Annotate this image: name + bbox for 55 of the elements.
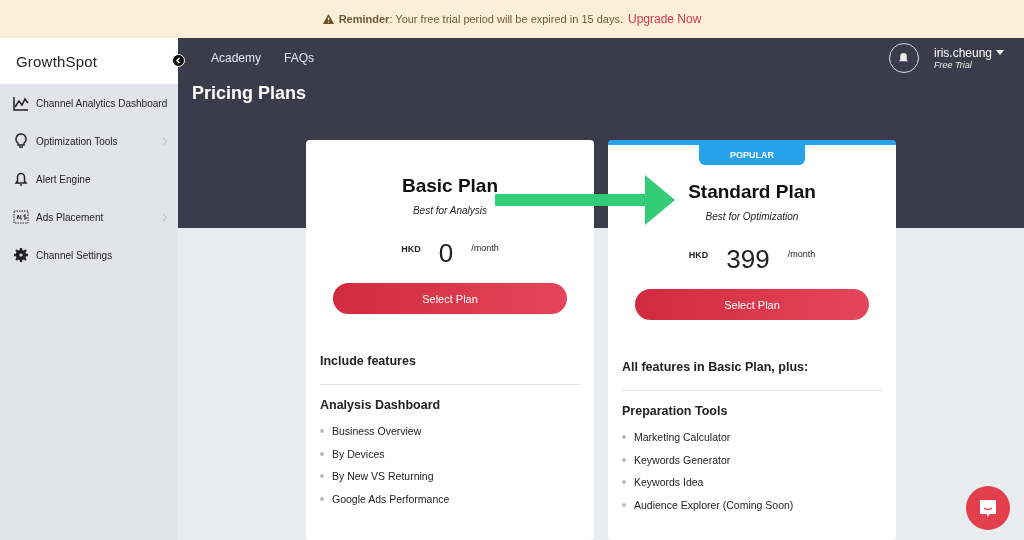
feature-item: By New VS Returning: [332, 470, 434, 483]
popular-badge: POPULAR: [699, 145, 805, 165]
bullet-icon: [320, 451, 324, 456]
bullet-icon: [320, 474, 324, 479]
ads-icon: [13, 209, 29, 225]
plan-name: Basic Plan: [401, 175, 499, 197]
feature-item: Business Overview: [332, 425, 422, 438]
caret-icon: [996, 50, 1004, 55]
sidebar-item[interactable]: Channel Analytics Dashboard: [0, 84, 178, 122]
user-menu[interactable]: iris.cheung: [933, 45, 1004, 60]
chevron-left-icon: [175, 57, 182, 64]
feature-item: Keywords Idea: [634, 476, 704, 489]
plan-label: Free Trial: [933, 59, 972, 70]
select-plan-button[interactable]: Select Plan: [635, 289, 869, 320]
features-heading: Include features: [320, 354, 580, 385]
sidebar-item[interactable]: Alert Engine: [0, 160, 178, 198]
currency: HKD: [688, 250, 709, 260]
feature-item: Marketing Calculator: [634, 431, 731, 444]
currency: HKD: [401, 244, 421, 254]
select-plan-button[interactable]: Select Plan: [333, 283, 567, 314]
bullet-icon: [622, 502, 626, 507]
feature-group-title: Analysis Dashboard: [320, 398, 442, 412]
gear-icon: [13, 247, 29, 263]
period: /month: [471, 243, 499, 253]
feature-item: By Devices: [332, 447, 385, 460]
feature-item: Google Ads Performance: [332, 492, 450, 505]
chat-icon: [978, 498, 998, 518]
sidebar-item[interactable]: Ads Placement: [0, 198, 178, 236]
price: 399: [726, 244, 770, 275]
plan-tagline: Best for Analysis: [412, 205, 488, 216]
upgrade-link[interactable]: Upgrade Now: [627, 12, 702, 26]
bullet-icon: [622, 457, 626, 462]
feature-item: Audience Explorer (Coming Soon): [634, 498, 794, 511]
sidebar-item[interactable]: Optimization Tools: [0, 122, 178, 160]
features-heading: All features in Basic Plan, plus:: [622, 360, 882, 391]
page-title: Pricing Plans: [192, 83, 308, 104]
feature-group-title: Preparation Tools: [622, 404, 729, 418]
bullet-icon: [320, 429, 324, 434]
bullet-icon: [320, 496, 324, 501]
bullet-icon: [622, 480, 626, 485]
period: /month: [787, 249, 816, 259]
chart-icon: [13, 95, 29, 111]
bell-icon: [13, 171, 29, 187]
bullet-icon: [622, 435, 626, 440]
sidebar-item[interactable]: Channel Settings: [0, 236, 178, 274]
reminder-text: Reminder: Your free trial period will be expired in 15 days.: [338, 13, 623, 25]
warning-icon: [322, 14, 334, 24]
feature-item: Keywords Generator: [634, 453, 731, 466]
logo: GrowthSpot: [16, 52, 98, 70]
lightbulb-icon: [13, 133, 29, 149]
nav-link[interactable]: Academy: [211, 50, 262, 65]
nav-link[interactable]: FAQs: [284, 50, 315, 65]
price: 0: [438, 238, 454, 269]
plan-tagline: Best for Optimization: [705, 211, 799, 222]
plan-name: Standard Plan: [688, 181, 816, 203]
